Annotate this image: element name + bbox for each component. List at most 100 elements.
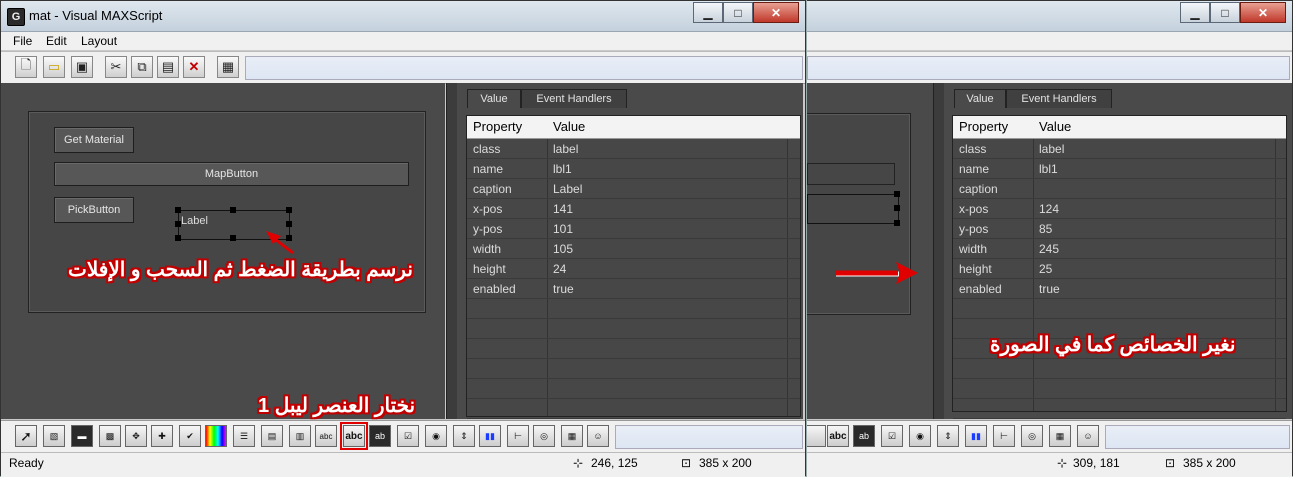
table-row[interactable]: [467, 319, 800, 339]
property-value[interactable]: true: [553, 282, 574, 296]
table-row[interactable]: [467, 299, 800, 319]
table-row[interactable]: width 245: [953, 239, 1286, 259]
cut-icon[interactable]: ✂: [105, 56, 127, 78]
pointer-tool-icon[interactable]: ➚: [15, 425, 37, 447]
table-row[interactable]: [953, 299, 1286, 319]
grid-icon[interactable]: ▦: [217, 56, 239, 78]
timer-tool-icon[interactable]: ◎: [533, 425, 555, 447]
tab-event-handlers[interactable]: Event Handlers: [1006, 89, 1112, 108]
property-value[interactable]: 85: [1039, 222, 1052, 236]
table-row[interactable]: [467, 399, 800, 419]
resize-handle[interactable]: [175, 235, 181, 241]
listbox-tool-icon[interactable]: ☰: [233, 425, 255, 447]
activex-tool-icon[interactable]: ▦: [1049, 425, 1071, 447]
minimize-icon[interactable]: ▁: [1180, 2, 1210, 23]
form-canvas[interactable]: [797, 83, 933, 419]
save-icon[interactable]: ▣: [71, 56, 93, 78]
spinner-tool-icon[interactable]: ⇕: [453, 425, 475, 447]
resize-handle[interactable]: [894, 191, 900, 197]
table-row[interactable]: [953, 379, 1286, 399]
close-icon[interactable]: ✕: [753, 2, 799, 23]
table-row[interactable]: name lbl1: [467, 159, 800, 179]
resize-handle[interactable]: [286, 207, 292, 213]
edittext-tool-icon[interactable]: ab: [369, 425, 391, 447]
table-row[interactable]: name lbl1: [953, 159, 1286, 179]
checkbox-tool-icon[interactable]: ☑: [397, 425, 419, 447]
title-bar[interactable]: G mat - Visual MAXScript ▁ □ ✕: [1, 1, 805, 32]
table-row[interactable]: enabled true: [953, 279, 1286, 299]
table-row[interactable]: y-pos 85: [953, 219, 1286, 239]
table-row[interactable]: [467, 339, 800, 359]
table-row[interactable]: [953, 359, 1286, 379]
checker-tool-icon[interactable]: ▩: [99, 425, 121, 447]
open-icon[interactable]: ▭: [43, 56, 65, 78]
edittext-small-tool-icon[interactable]: abc: [315, 425, 337, 447]
property-value[interactable]: 105: [553, 242, 573, 256]
title-bar[interactable]: ▁ □ ✕: [807, 1, 1292, 32]
tab-event-handlers[interactable]: Event Handlers: [521, 89, 627, 108]
color-swatch-tool-icon[interactable]: [205, 425, 227, 447]
property-value[interactable]: label: [553, 142, 578, 156]
get-material-button[interactable]: Get Material: [54, 127, 134, 153]
image-tool-icon[interactable]: ▧: [43, 425, 65, 447]
combobox-tool-icon[interactable]: ▤: [261, 425, 283, 447]
button-tool-icon[interactable]: [804, 425, 826, 447]
table-row[interactable]: [467, 359, 800, 379]
pick-button[interactable]: PickButton: [54, 197, 134, 223]
resize-handle[interactable]: [175, 207, 181, 213]
progressbar-tool-icon[interactable]: ▮▮: [479, 425, 501, 447]
property-value[interactable]: 25: [1039, 262, 1052, 276]
radio-tool-icon[interactable]: ◉: [909, 425, 931, 447]
table-row[interactable]: caption Label: [467, 179, 800, 199]
label-tool-icon[interactable]: abc: [827, 425, 849, 447]
groupbox-tool-icon[interactable]: ▬: [71, 425, 93, 447]
label-control-resized[interactable]: [807, 194, 899, 224]
check-tool-icon[interactable]: ✔: [179, 425, 201, 447]
property-value[interactable]: 101: [553, 222, 573, 236]
close-icon[interactable]: ✕: [1240, 2, 1286, 23]
resize-handle[interactable]: [230, 207, 236, 213]
property-value[interactable]: 124: [1039, 202, 1059, 216]
menu-edit[interactable]: Edit: [46, 34, 67, 48]
bitmap-tool-icon[interactable]: ☺: [1077, 425, 1099, 447]
property-value[interactable]: lbl1: [1039, 162, 1058, 176]
spinner-tool-icon[interactable]: ⇕: [937, 425, 959, 447]
table-row[interactable]: x-pos 141: [467, 199, 800, 219]
copy-icon[interactable]: ⧉: [131, 56, 153, 78]
minimize-icon[interactable]: ▁: [693, 2, 723, 23]
activex-tool-icon[interactable]: ▦: [561, 425, 583, 447]
table-row[interactable]: y-pos 101: [467, 219, 800, 239]
table-row[interactable]: width 105: [467, 239, 800, 259]
resize-handle[interactable]: [286, 235, 292, 241]
paste-icon[interactable]: ▤: [157, 56, 179, 78]
table-row[interactable]: [953, 399, 1286, 419]
new-icon[interactable]: 🗋: [15, 56, 37, 78]
tab-value[interactable]: Value: [954, 89, 1006, 108]
menu-file[interactable]: File: [13, 34, 32, 48]
table-row[interactable]: enabled true: [467, 279, 800, 299]
table-row[interactable]: class label: [467, 139, 800, 159]
resize-handle[interactable]: [894, 220, 900, 226]
menu-layout[interactable]: Layout: [81, 34, 117, 48]
map-button[interactable]: MapButton: [54, 162, 409, 186]
delete-icon[interactable]: ✕: [183, 56, 205, 78]
table-row[interactable]: x-pos 124: [953, 199, 1286, 219]
slider-tool-icon[interactable]: ⊢: [993, 425, 1015, 447]
property-value[interactable]: true: [1039, 282, 1060, 296]
resize-handle[interactable]: [286, 221, 292, 227]
maximize-icon[interactable]: □: [1210, 2, 1240, 23]
maximize-icon[interactable]: □: [723, 2, 753, 23]
tab-value[interactable]: Value: [467, 89, 521, 108]
checkbox-tool-icon[interactable]: ☑: [881, 425, 903, 447]
table-row[interactable]: height 25: [953, 259, 1286, 279]
table-row[interactable]: height 24: [467, 259, 800, 279]
resize-handle[interactable]: [230, 235, 236, 241]
form-canvas[interactable]: Get Material MapButton PickButton Label: [1, 83, 445, 419]
slider-tool-icon[interactable]: ⊢: [507, 425, 529, 447]
property-value[interactable]: 141: [553, 202, 573, 216]
resize-handle[interactable]: [175, 221, 181, 227]
table-row[interactable]: [467, 379, 800, 399]
property-value[interactable]: 24: [553, 262, 566, 276]
property-value[interactable]: lbl1: [553, 162, 572, 176]
edittext-tool-icon[interactable]: ab: [853, 425, 875, 447]
